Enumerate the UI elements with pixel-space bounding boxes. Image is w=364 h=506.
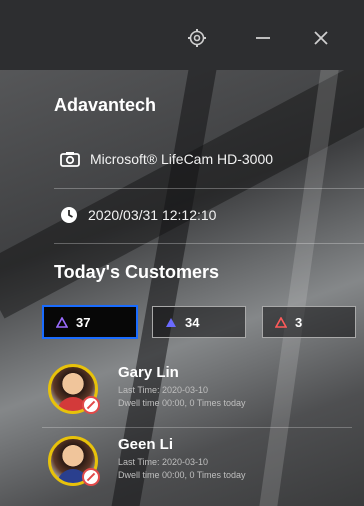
divider	[54, 188, 364, 189]
section-title: Today's Customers	[54, 262, 219, 282]
clock-icon	[61, 207, 77, 223]
datetime-display: 2020/03/31 12:12:10	[60, 206, 216, 224]
customer-item[interactable]: Gary Lin Last Time: 2020-03-10 Dwell tim…	[0, 358, 364, 428]
counter-value: 34	[185, 314, 200, 330]
customer-dwell: Dwell time 00:00, 0 Times today	[118, 470, 246, 480]
counter-blocked[interactable]: 3	[262, 306, 356, 338]
counter-value: 37	[76, 314, 91, 330]
triangle-alert-icon	[56, 316, 68, 328]
title-bar	[0, 0, 364, 70]
camera-selector[interactable]: Microsoft® LifeCam HD-3000	[60, 151, 273, 167]
customer-last-time: Last Time: 2020-03-10	[118, 385, 209, 395]
datetime-label: 2020/03/31 12:12:10	[88, 207, 217, 223]
triangle-alert-icon	[275, 316, 287, 328]
triangle-alert-icon	[166, 317, 176, 327]
minimize-button[interactable]	[252, 27, 274, 49]
minus-icon	[256, 37, 270, 39]
customer-dwell: Dwell time 00:00, 0 Times today	[118, 398, 246, 408]
counter-value: 3	[295, 314, 303, 330]
close-icon	[314, 31, 328, 45]
customer-item[interactable]: Geen Li Last Time: 2020-03-10 Dwell time…	[0, 430, 364, 500]
close-button[interactable]	[310, 27, 332, 49]
divider	[42, 427, 352, 428]
settings-button[interactable]	[186, 27, 208, 49]
customer-name: Gary Lin	[118, 364, 179, 381]
camera-icon	[60, 152, 80, 167]
block-icon	[82, 396, 100, 414]
divider	[54, 243, 364, 244]
counter-regular[interactable]: 34	[152, 306, 246, 338]
customer-last-time: Last Time: 2020-03-10	[118, 457, 209, 467]
app-window: Adavantech Microsoft® LifeCam HD-3000 20…	[0, 0, 364, 506]
block-icon	[82, 468, 100, 486]
gear-icon	[188, 29, 206, 47]
counter-all[interactable]: 37	[42, 305, 138, 339]
brand-name: Adavantech	[54, 95, 157, 115]
customer-name: Geen Li	[118, 436, 174, 453]
camera-label: Microsoft® LifeCam HD-3000	[90, 151, 274, 167]
